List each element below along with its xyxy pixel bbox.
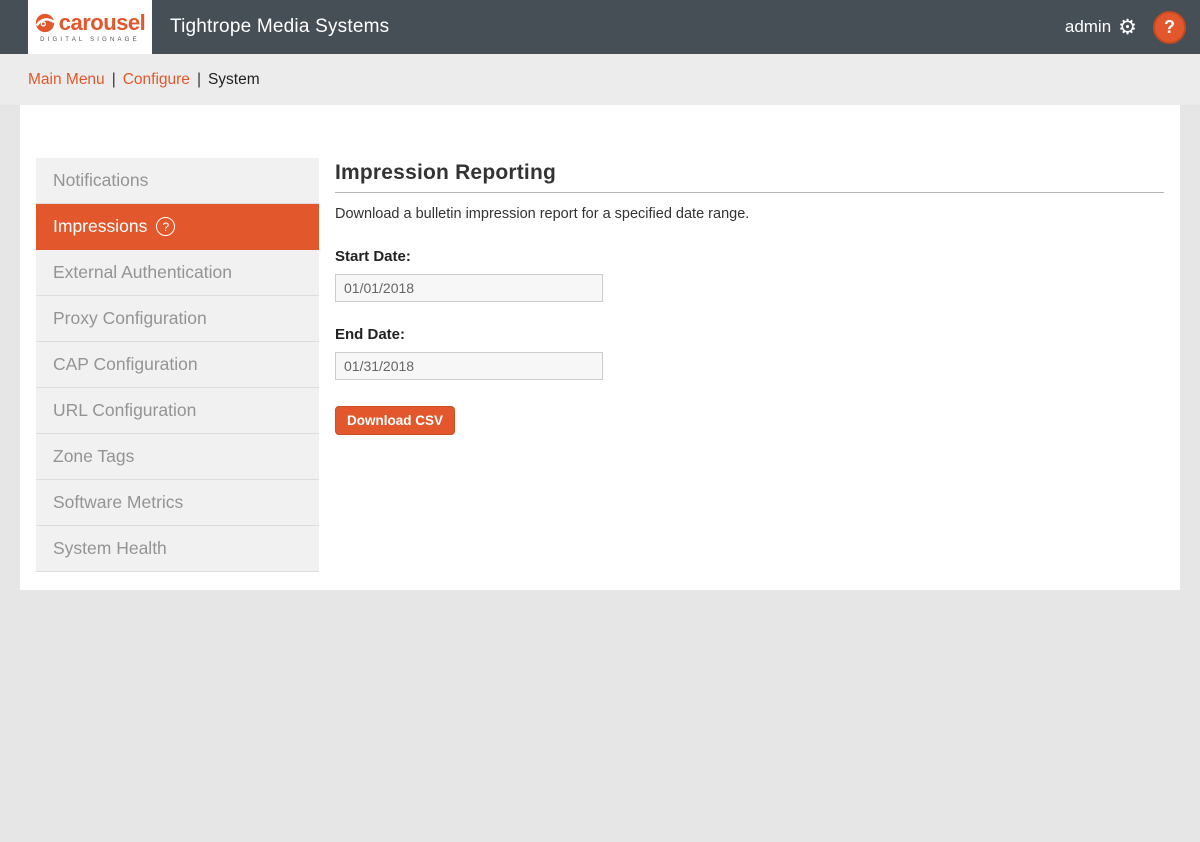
breadcrumb-main-menu[interactable]: Main Menu xyxy=(28,71,105,89)
sidebar-item-label: External Authentication xyxy=(53,262,232,283)
breadcrumb-configure[interactable]: Configure xyxy=(123,71,190,89)
sidebar-item-external-authentication[interactable]: External Authentication xyxy=(36,250,319,296)
sidebar-item-url-configuration[interactable]: URL Configuration xyxy=(36,388,319,434)
breadcrumb: Main Menu | Configure | System xyxy=(0,54,1200,105)
carousel-logo-icon xyxy=(35,13,55,33)
sidebar-item-label: Software Metrics xyxy=(53,492,183,513)
top-bar: carousel DIGITAL SIGNAGE Tightrope Media… xyxy=(0,0,1200,54)
settings-menu: Notifications Impressions? External Authen… xyxy=(36,158,319,572)
sidebar-item-label: Notifications xyxy=(53,170,148,191)
help-question-icon: ? xyxy=(1164,17,1175,38)
sidebar-item-label: URL Configuration xyxy=(53,400,196,421)
sidebar-item-impressions[interactable]: Impressions? xyxy=(36,204,319,250)
end-date-label: End Date: xyxy=(335,326,1164,343)
sidebar-item-cap-configuration[interactable]: CAP Configuration xyxy=(36,342,319,388)
help-button[interactable]: ? xyxy=(1153,11,1186,44)
sidebar-item-label: System Health xyxy=(53,538,167,559)
start-date-input[interactable] xyxy=(335,274,603,302)
title-divider xyxy=(335,192,1164,193)
logo-tagline: DIGITAL SIGNAGE xyxy=(40,37,140,43)
carousel-logo-text: carousel xyxy=(59,12,146,34)
logo-row: carousel xyxy=(35,12,146,34)
sidebar-item-proxy-configuration[interactable]: Proxy Configuration xyxy=(36,296,319,342)
panel-description: Download a bulletin impression report fo… xyxy=(335,206,1164,222)
sidebar-item-label: Zone Tags xyxy=(53,446,134,467)
settings-card: Notifications Impressions? External Authen… xyxy=(20,105,1180,590)
breadcrumb-separator: | xyxy=(197,71,201,89)
start-date-label: Start Date: xyxy=(335,248,1164,265)
carousel-logo[interactable]: carousel DIGITAL SIGNAGE xyxy=(28,0,152,54)
sidebar-item-label: CAP Configuration xyxy=(53,354,198,375)
page: Notifications Impressions? External Authen… xyxy=(0,105,1200,590)
button-row: Download CSV xyxy=(335,404,1164,435)
sidebar-item-notifications[interactable]: Notifications xyxy=(36,158,319,204)
sidebar-item-system-health[interactable]: System Health xyxy=(36,526,319,572)
download-csv-button[interactable]: Download CSV xyxy=(335,406,455,435)
username[interactable]: admin xyxy=(1065,17,1111,37)
breadcrumb-system: System xyxy=(208,71,260,89)
sidebar-item-label: Impressions xyxy=(53,216,147,237)
sidebar-item-software-metrics[interactable]: Software Metrics xyxy=(36,480,319,526)
breadcrumb-separator: | xyxy=(112,71,116,89)
sidebar-item-zone-tags[interactable]: Zone Tags xyxy=(36,434,319,480)
gear-icon[interactable]: ⚙ xyxy=(1118,17,1137,38)
sidebar-item-label: Proxy Configuration xyxy=(53,308,207,329)
end-date-input[interactable] xyxy=(335,352,603,380)
app-title: Tightrope Media Systems xyxy=(170,16,389,38)
panel-title: Impression Reporting xyxy=(335,161,1164,185)
help-icon[interactable]: ? xyxy=(156,217,175,236)
impressions-panel: Impression Reporting Download a bulletin… xyxy=(319,158,1164,435)
